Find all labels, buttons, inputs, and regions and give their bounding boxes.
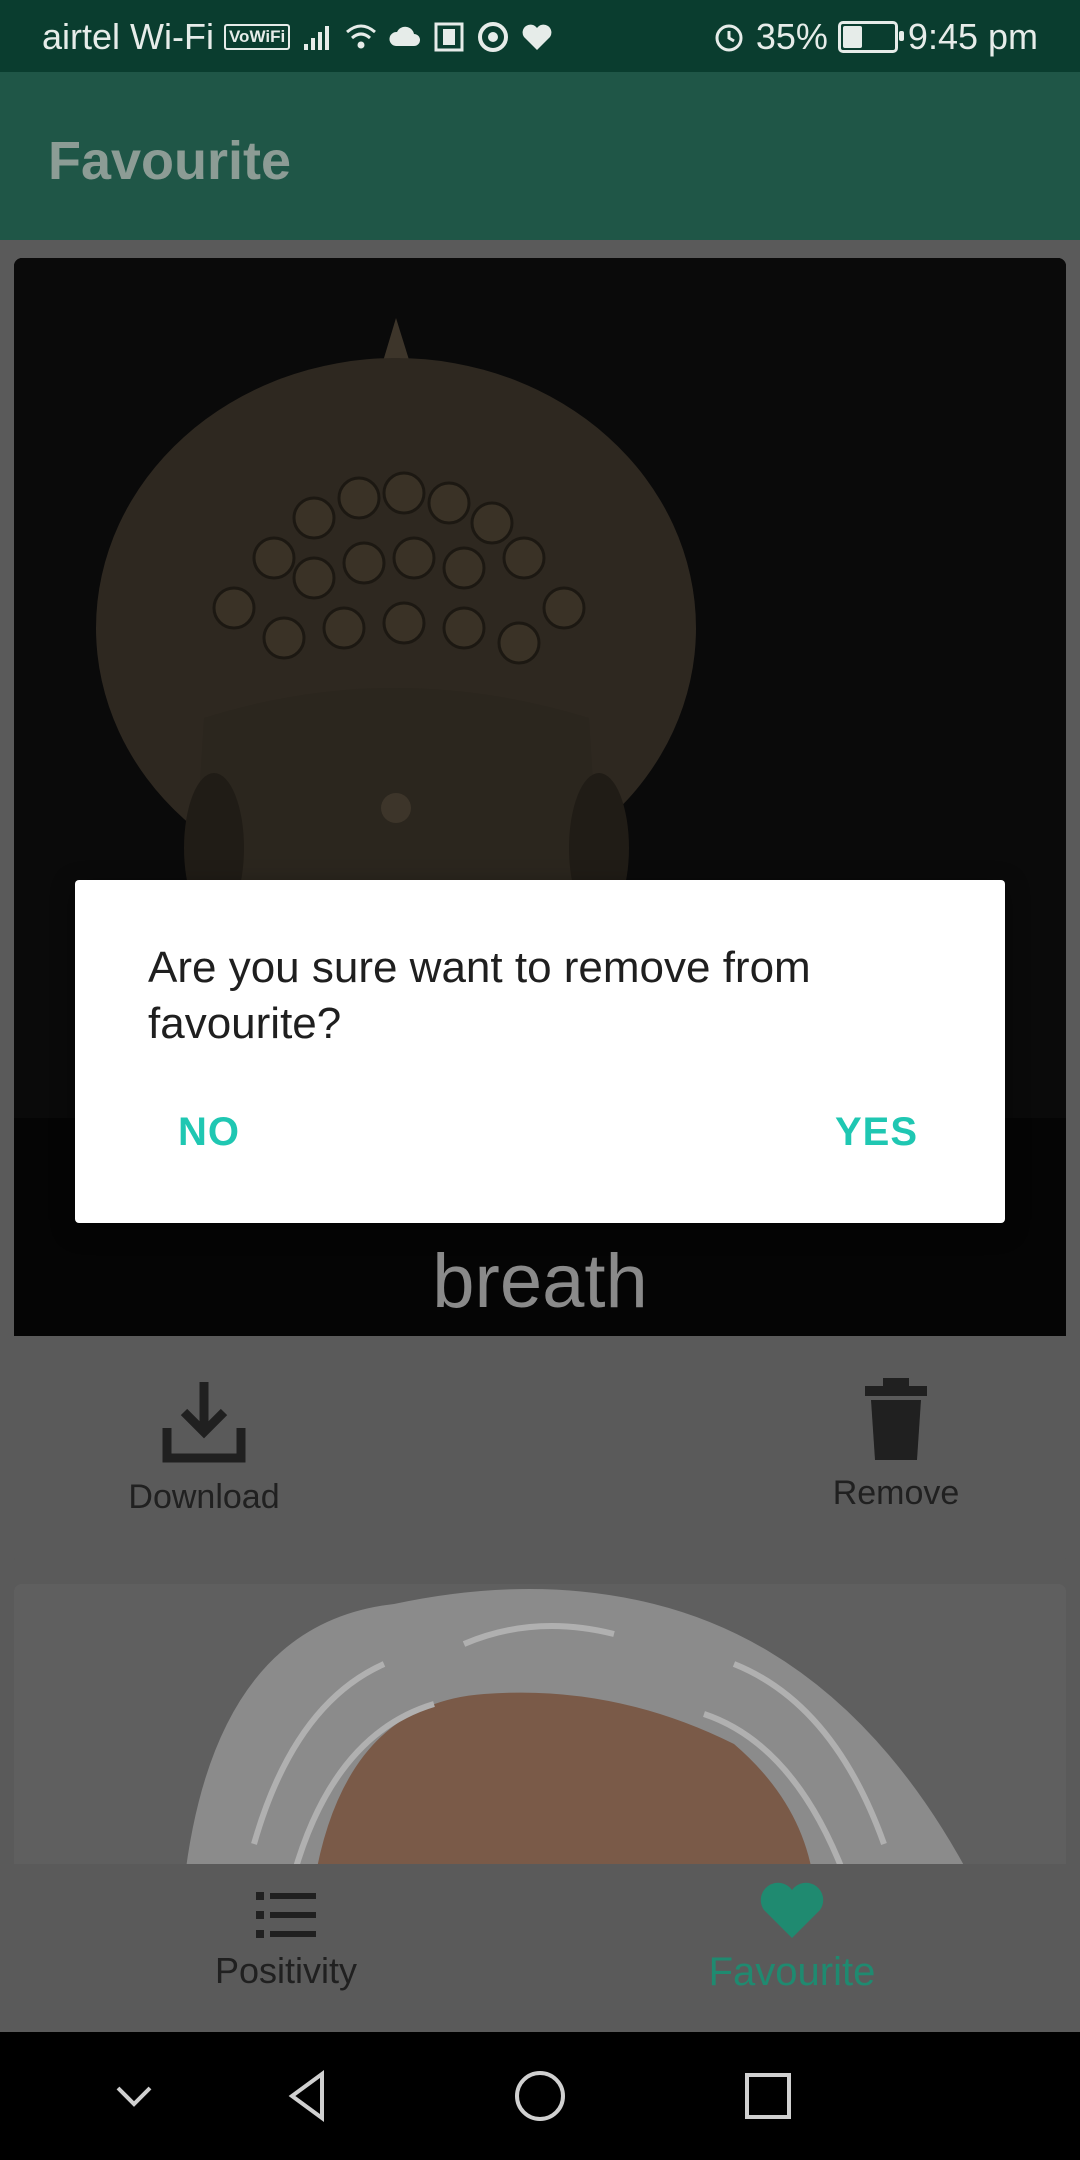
clock: 9:45 pm [907, 16, 1038, 57]
remove-button[interactable]: Remove [796, 1376, 996, 1513]
alarm-icon [715, 24, 743, 52]
download-label: Download [128, 1478, 280, 1516]
chevron-down-icon[interactable] [104, 2066, 164, 2126]
recents-icon[interactable] [738, 2066, 798, 2126]
favourite-card [14, 1584, 1066, 1884]
home-icon[interactable] [510, 2066, 570, 2126]
heart-icon [760, 1882, 824, 1938]
list-icon [256, 1892, 316, 1938]
nav-label-favourite: Favourite [708, 1950, 876, 1994]
bottom-navigation: Positivity Favourite [0, 1864, 1080, 2032]
portrait-illustration [14, 1584, 1066, 1884]
vowifi-badge: VoWiFi [223, 24, 291, 50]
battery-level [842, 26, 862, 48]
dialog-message: Are you sure want to remove from favouri… [148, 943, 811, 1048]
quote-text: breath [432, 1239, 648, 1324]
remove-label: Remove [832, 1474, 960, 1512]
signal-icon [304, 26, 330, 50]
download-button[interactable]: Download [94, 1376, 314, 1517]
chrome-icon [478, 22, 509, 52]
notification-icon [434, 22, 464, 52]
confirm-remove-dialog: Are you sure want to remove from favouri… [75, 880, 1005, 1223]
quote-image[interactable] [14, 1584, 1066, 1884]
page-title: Favourite [48, 131, 292, 191]
battery-icon [837, 21, 904, 53]
carrier-label: airtel Wi-Fi [42, 16, 214, 57]
app-bar: Favourite [0, 72, 1080, 240]
battery-percent: 35% [755, 16, 828, 57]
nav-label-positivity: Positivity [214, 1950, 358, 1991]
back-icon[interactable] [278, 2066, 338, 2126]
heart-check-icon [522, 24, 552, 50]
trash-icon [865, 1378, 927, 1460]
download-icon [162, 1382, 246, 1463]
nav-item-favourite[interactable]: Favourite [642, 1880, 942, 1995]
system-navigation-bar [0, 2032, 1080, 2160]
card-actions: Download Remove [14, 1336, 1066, 1564]
no-button[interactable]: NO [178, 1110, 240, 1155]
yes-button[interactable]: YES [835, 1110, 918, 1155]
wifi-icon [346, 24, 377, 49]
cloud-icon [389, 26, 421, 46]
nav-item-positivity[interactable]: Positivity [136, 1890, 436, 1992]
status-bar: airtel Wi-Fi VoWiFi 35% 9:45 pm [0, 0, 1080, 72]
